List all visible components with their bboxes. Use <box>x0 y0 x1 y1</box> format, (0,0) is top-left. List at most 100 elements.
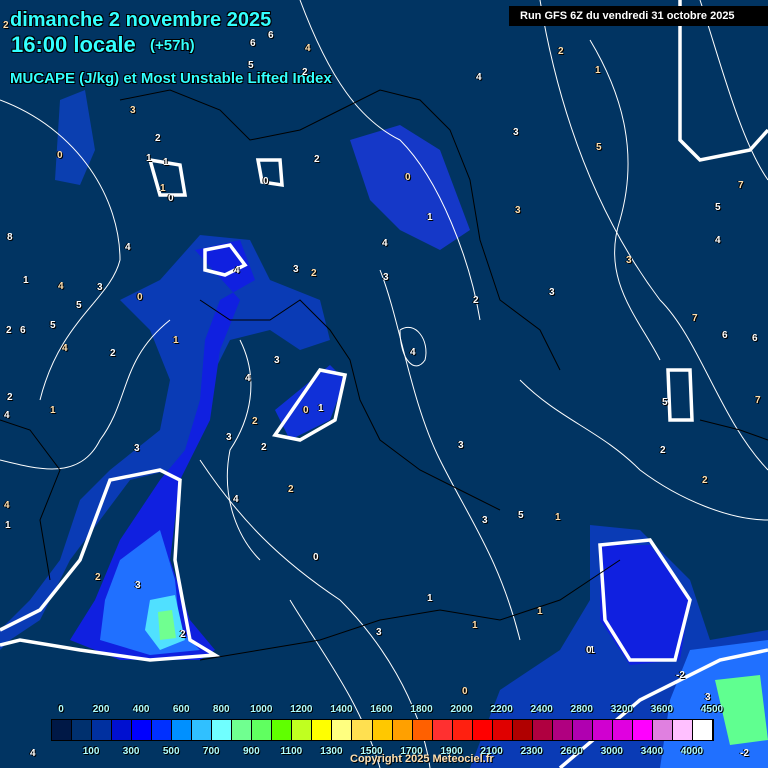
color-scale-cell <box>392 720 413 740</box>
lifted-index-label: 2 <box>558 46 564 57</box>
forecast-lead-time: (+57h) <box>150 37 195 54</box>
lifted-index-label: 2 <box>302 67 308 78</box>
color-scale-cell <box>632 720 653 740</box>
color-scale-top-label: 0 <box>58 704 64 715</box>
color-scale-cell <box>112 720 133 740</box>
color-scale-bottom-label: 2300 <box>520 746 543 757</box>
lifted-index-label: 1 <box>427 593 433 604</box>
color-scale-top-label: 400 <box>132 704 150 715</box>
lifted-index-label: 3 <box>626 255 632 266</box>
color-scale-cell <box>532 720 553 740</box>
copyright: Copyright 2025 Meteociel.fr <box>350 753 494 765</box>
lifted-index-label: 2 <box>261 442 267 453</box>
lifted-index-label: 3 <box>482 515 488 526</box>
lifted-index-label: 3 <box>130 105 136 116</box>
lifted-index-label: 1 <box>146 153 152 164</box>
lifted-index-label: 5 <box>50 320 56 331</box>
lifted-index-label: 0 <box>57 150 63 161</box>
lifted-index-label: 5 <box>662 397 668 408</box>
lifted-index-label: 1 <box>160 183 166 194</box>
lifted-index-label: 0 <box>263 176 269 187</box>
color-scale-cell <box>492 720 513 740</box>
lifted-index-label: 1 <box>173 335 179 346</box>
lifted-index-label: 0 <box>303 405 309 416</box>
lifted-index-label: 2 <box>660 445 666 456</box>
map-canvas <box>0 0 768 768</box>
color-scale-top-label: 2200 <box>490 704 513 715</box>
lifted-index-label: 2 <box>3 20 9 31</box>
lifted-index-label: 7 <box>692 313 698 324</box>
lifted-index-label: 1 <box>427 212 433 223</box>
lifted-index-label: 2 <box>702 475 708 486</box>
lifted-index-label: 4 <box>245 373 251 384</box>
color-scale-cell <box>252 720 273 740</box>
color-scale-cell <box>352 720 373 740</box>
color-scale-bottom-label: 1100 <box>280 746 303 757</box>
color-scale-top-label: 1800 <box>410 704 433 715</box>
lifted-index-label: 8 <box>7 232 13 243</box>
lifted-index-label: 6 <box>250 38 256 49</box>
color-scale-top-label: 3200 <box>610 704 633 715</box>
lifted-index-label: 3 <box>705 692 711 703</box>
lifted-index-label: 3 <box>274 355 280 366</box>
lifted-index-label: 0 <box>405 172 411 183</box>
color-scale-cell <box>572 720 593 740</box>
cape-area-italy <box>275 365 345 440</box>
forecast-time: 16:00 locale <box>11 32 136 57</box>
lifted-index-label: 4 <box>30 748 36 759</box>
lifted-index-label: 1 <box>50 405 56 416</box>
color-scale-cell <box>592 720 613 740</box>
color-scale-cell <box>552 720 573 740</box>
color-scale-cell <box>693 720 714 740</box>
color-scale-top-label: 600 <box>172 704 190 715</box>
color-scale-cell <box>292 720 313 740</box>
lifted-index-label: 4 <box>382 238 388 249</box>
lifted-index-label: 3 <box>515 205 521 216</box>
lifted-index-label: 1 <box>23 275 29 286</box>
lifted-index-label: -2 <box>740 748 749 759</box>
color-scale-top-label: 1400 <box>330 704 353 715</box>
color-scale-bottom-label: 500 <box>162 746 180 757</box>
color-scale-cell <box>452 720 473 740</box>
color-scale-cell <box>312 720 333 740</box>
cape-area-adriatic <box>350 125 470 250</box>
lifted-index-label: 1 <box>5 520 11 531</box>
lifted-index-label: 5 <box>248 60 254 71</box>
color-scale-cell <box>272 720 293 740</box>
color-scale-cell <box>672 720 693 740</box>
lifted-index-label: 4 <box>305 43 311 54</box>
color-scale-top-label: 1200 <box>290 704 313 715</box>
lifted-index-label: 2 <box>6 325 12 336</box>
lifted-index-label: 2 <box>252 416 258 427</box>
color-scale-bottom-label: 700 <box>202 746 220 757</box>
lifted-index-label: 7 <box>755 395 761 406</box>
color-scale-cell <box>432 720 453 740</box>
color-scale-top-label: 4500 <box>700 704 724 715</box>
color-scale-cell <box>172 720 193 740</box>
lifted-index-label: 3 <box>383 272 389 283</box>
lifted-index-label: 3 <box>134 443 140 454</box>
lifted-index-label: 3 <box>97 282 103 293</box>
color-scale-bottom-label: 1300 <box>320 746 343 757</box>
lifted-index-label: 5 <box>76 300 82 311</box>
lifted-index-label: 0 <box>462 686 468 697</box>
lifted-index-label: 5 <box>715 202 721 213</box>
color-scale-top-label: 200 <box>92 704 110 715</box>
color-scale-bar <box>51 719 714 741</box>
lifted-index-label: 2 <box>155 133 161 144</box>
lifted-index-label: 0 <box>586 645 592 656</box>
color-scale-top-label: 2000 <box>450 704 473 715</box>
color-scale-cell <box>52 720 73 740</box>
lifted-index-label: 7 <box>738 180 744 191</box>
lifted-index-label: -2 <box>676 670 685 681</box>
color-scale-cell <box>512 720 533 740</box>
lifted-index-label: 6 <box>268 30 274 41</box>
lifted-index-label: 3 <box>226 432 232 443</box>
lifted-index-label: 5 <box>518 510 524 521</box>
lifted-index-label: 2 <box>311 268 317 279</box>
lifted-index-label: 6 <box>752 333 758 344</box>
color-scale-cell <box>412 720 433 740</box>
color-scale-cell <box>332 720 353 740</box>
color-scale-cell <box>72 720 93 740</box>
lifted-index-label: 3 <box>458 440 464 451</box>
